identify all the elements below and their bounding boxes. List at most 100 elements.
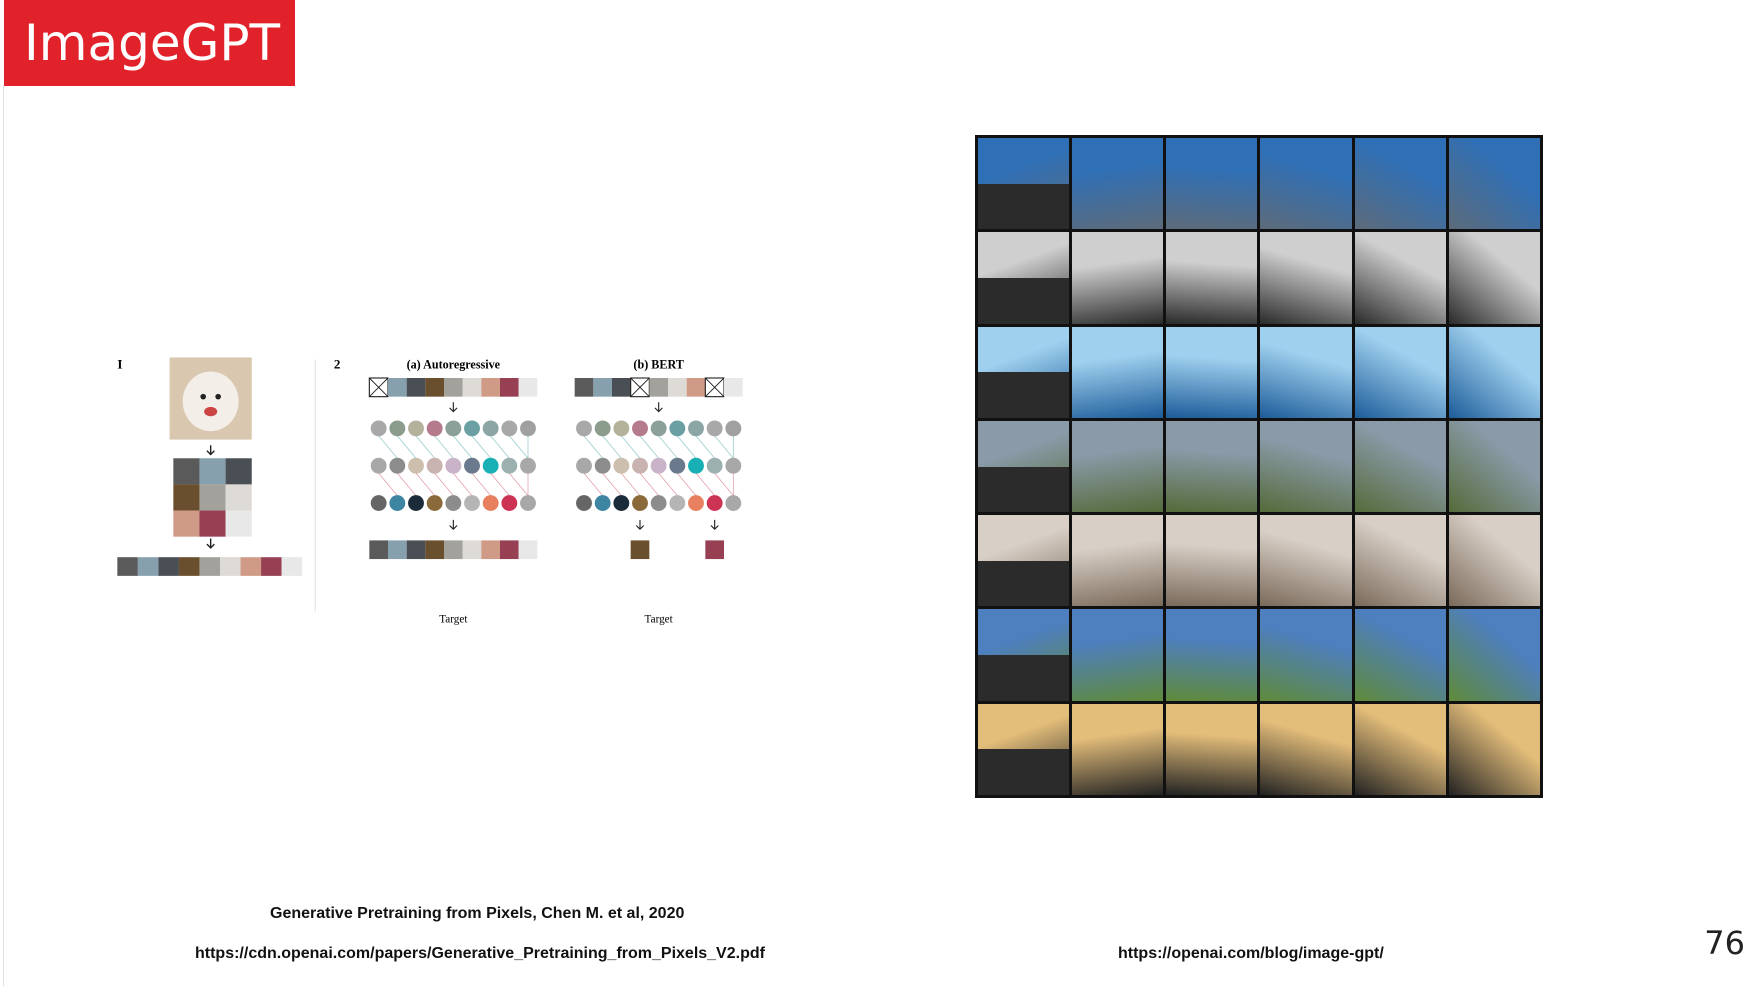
- down-arrow: [710, 519, 719, 530]
- layer-1-node: [464, 420, 480, 437]
- target-sequence: [406, 540, 426, 560]
- layer-3-node: [408, 495, 424, 511]
- pixel-sequence-cell: [178, 557, 200, 576]
- attention-line: [434, 435, 454, 459]
- attention-line: [677, 472, 697, 496]
- bert-layer-2-node: [725, 457, 742, 474]
- attention-line: [583, 472, 603, 496]
- bert-layer-1-node: [594, 420, 611, 437]
- panel-2-label: 2: [334, 357, 341, 372]
- completion-image: [1072, 232, 1164, 324]
- layer-2-node: [482, 457, 499, 474]
- completion-image: [1260, 703, 1352, 795]
- image-completion-grid: [975, 135, 1543, 798]
- pixel-sequence-cell: [158, 557, 179, 576]
- attention-line: [415, 472, 435, 496]
- bert-layer-2-node: [669, 457, 686, 474]
- attention-line: [677, 435, 697, 459]
- completion-image: [1166, 326, 1258, 418]
- attention-line: [453, 472, 473, 496]
- paper-url-link[interactable]: https://cdn.openai.com/papers/Generative…: [195, 945, 765, 963]
- layer-3-node: [501, 495, 518, 511]
- bert-input-sequence: [649, 378, 668, 397]
- attention-line: [434, 472, 454, 496]
- layer-2-node: [389, 457, 406, 474]
- completion-image: [1260, 609, 1352, 701]
- input-sequence: [444, 378, 463, 397]
- target-sequence: [388, 540, 407, 560]
- bert-layer-3-node: [706, 495, 723, 511]
- blog-url-link[interactable]: https://openai.com/blog/image-gpt/: [1118, 945, 1384, 963]
- paper-reference: Generative Pretraining from Pixels, Chen…: [270, 905, 685, 922]
- layer-3-node: [445, 495, 462, 511]
- bert-layer-1-node: [613, 420, 630, 437]
- image-mask: [978, 372, 1070, 418]
- target-sequence: [444, 540, 463, 560]
- completion-image: [1260, 232, 1352, 324]
- completion-image: [1166, 609, 1258, 701]
- layer-2-node: [370, 457, 387, 474]
- pixel-sequence-cell: [261, 557, 282, 576]
- layer-2-node: [520, 457, 536, 474]
- masked-input-image: [978, 326, 1070, 418]
- target-sequence: [462, 540, 482, 560]
- attention-line: [397, 472, 417, 496]
- completion-image: [1166, 232, 1258, 324]
- completion-image: [1354, 515, 1446, 607]
- masked-input-image: [978, 703, 1070, 795]
- completion-image: [1354, 138, 1446, 230]
- down-arrow: [635, 519, 645, 530]
- autoregressive-title: (a) Autoregressive: [407, 358, 501, 372]
- masked-input-image: [978, 420, 1070, 513]
- input-sequence: [481, 378, 500, 397]
- target-label-b: Target: [645, 614, 674, 626]
- completion-image: [1260, 515, 1352, 607]
- layer-3-node: [520, 495, 536, 511]
- layer-1-node: [445, 420, 462, 437]
- attention-line: [471, 435, 491, 459]
- target-sequence: [481, 540, 500, 560]
- layer-1-node: [482, 420, 499, 437]
- bert-layer-2-node: [650, 457, 667, 474]
- bert-layer-3-node: [594, 495, 611, 511]
- layer-3-node: [482, 495, 499, 511]
- completion-image: [1072, 138, 1164, 230]
- attention-line: [490, 472, 510, 496]
- completion-image: [1448, 326, 1540, 418]
- pixel-sequence-cell: [220, 557, 241, 576]
- down-arrow: [206, 538, 215, 549]
- image-mask: [978, 466, 1070, 513]
- attention-line: [602, 435, 622, 459]
- completion-image: [1448, 703, 1540, 795]
- pixel-sequence-cell: [117, 557, 138, 576]
- bert-input-sequence: [668, 378, 687, 397]
- attention-line: [509, 472, 529, 496]
- layer-3-node: [464, 495, 480, 511]
- attention-line: [583, 435, 603, 459]
- completion-image: [1448, 609, 1540, 701]
- layer-3-node: [426, 495, 443, 511]
- image-mask: [978, 655, 1070, 701]
- bert-layer-3-node: [650, 495, 667, 511]
- bert-layer-3-node: [725, 495, 742, 511]
- layer-1-node: [426, 420, 443, 437]
- layer-1-node: [370, 420, 387, 437]
- completion-image: [1354, 232, 1446, 324]
- bert-input-sequence: [724, 378, 743, 397]
- attention-line: [695, 472, 715, 496]
- target-sequence: [500, 540, 519, 560]
- input-sequence: [500, 378, 519, 397]
- bert-layer-3-node: [632, 495, 648, 511]
- attention-line: [639, 435, 659, 459]
- dog-photo-head: [182, 371, 239, 432]
- completion-image: [1072, 515, 1164, 607]
- bert-layer-3-node: [576, 495, 592, 511]
- attention-line: [602, 472, 622, 496]
- completion-image: [1072, 703, 1164, 795]
- target-sequence: [369, 540, 388, 560]
- bert-layer-1-node: [688, 420, 704, 437]
- layer-2-node: [464, 457, 480, 474]
- pixel-grid-cell: [199, 458, 226, 485]
- completion-image: [1260, 420, 1352, 513]
- method-diagram: I 2 (a) Autoregressive (b) BERT Target T…: [117, 357, 743, 626]
